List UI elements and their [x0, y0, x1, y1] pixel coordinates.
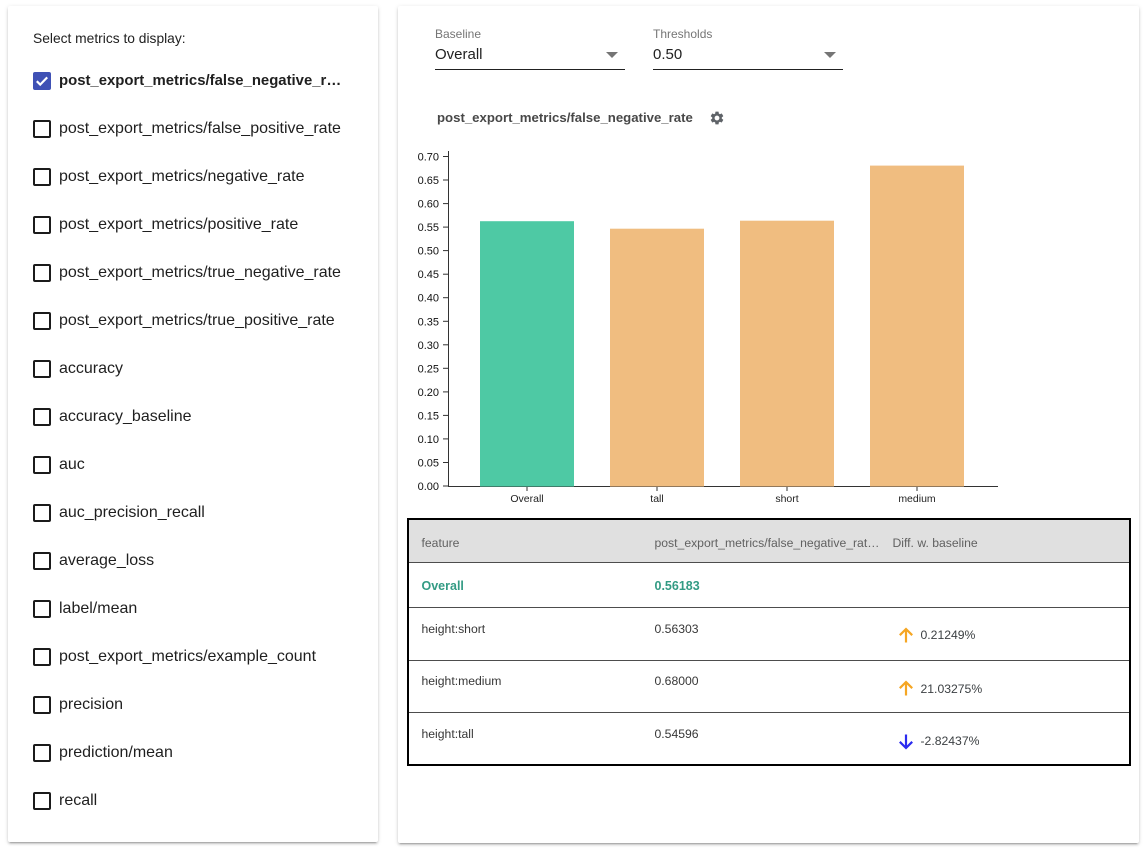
svg-text:0.20: 0.20	[418, 387, 439, 399]
svg-text:0.30: 0.30	[418, 340, 439, 352]
svg-text:0.25: 0.25	[418, 363, 439, 375]
svg-text:0.40: 0.40	[418, 293, 439, 305]
svg-text:0.35: 0.35	[418, 316, 439, 328]
svg-text:0.50: 0.50	[418, 246, 439, 258]
svg-text:0.10: 0.10	[418, 434, 439, 446]
svg-text:short: short	[775, 493, 798, 505]
svg-text:tall: tall	[650, 493, 663, 505]
svg-text:0.65: 0.65	[418, 175, 439, 187]
svg-text:0.55: 0.55	[418, 222, 439, 234]
svg-text:medium: medium	[898, 493, 936, 505]
svg-text:0.15: 0.15	[418, 410, 439, 422]
svg-text:0.60: 0.60	[418, 199, 439, 211]
svg-text:0.00: 0.00	[418, 481, 439, 493]
svg-text:0.05: 0.05	[418, 458, 439, 470]
svg-text:0.45: 0.45	[418, 269, 439, 281]
svg-text:0.70: 0.70	[418, 152, 439, 164]
svg-text:Overall: Overall	[510, 493, 543, 505]
